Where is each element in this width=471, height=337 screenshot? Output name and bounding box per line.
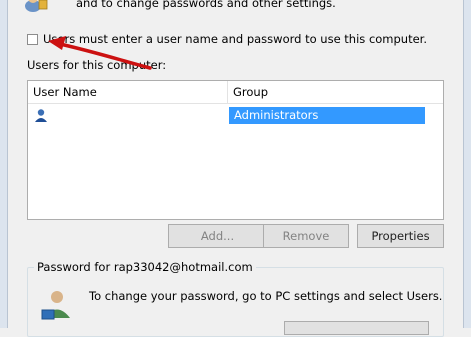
user-name-cell[interactable] [31,107,183,124]
users-list-label: Users for this computer: [27,58,167,72]
remove-user-button[interactable]: Remove [263,224,349,248]
users-keys-icon [25,0,48,12]
reset-password-button[interactable] [284,321,429,335]
change-password-instructions: To change your password, go to PC settin… [89,289,443,303]
column-header-user-name[interactable]: User Name [28,81,228,103]
window-frame-left [0,0,8,328]
users-list-header: User Name Group [28,81,443,104]
properties-button[interactable]: Properties [357,224,444,248]
password-group-title: Password for rap33042@hotmail.com [34,260,256,274]
user-password-icon [41,291,70,320]
header-description: and to change passwords and other settin… [76,0,336,10]
column-header-group[interactable]: Group [228,81,443,103]
add-user-button[interactable]: Add... [168,224,267,248]
window-frame-right [463,0,471,328]
require-password-checkbox[interactable] [27,33,38,45]
table-row[interactable]: Administrators [31,107,426,124]
user-icon [35,109,47,122]
require-password-option[interactable]: Users must enter a user name and passwor… [27,31,427,47]
group-cell[interactable]: Administrators [229,107,425,124]
require-password-label[interactable]: Users must enter a user name and passwor… [43,32,427,46]
users-list[interactable]: User Name Group Administrators [27,80,444,220]
